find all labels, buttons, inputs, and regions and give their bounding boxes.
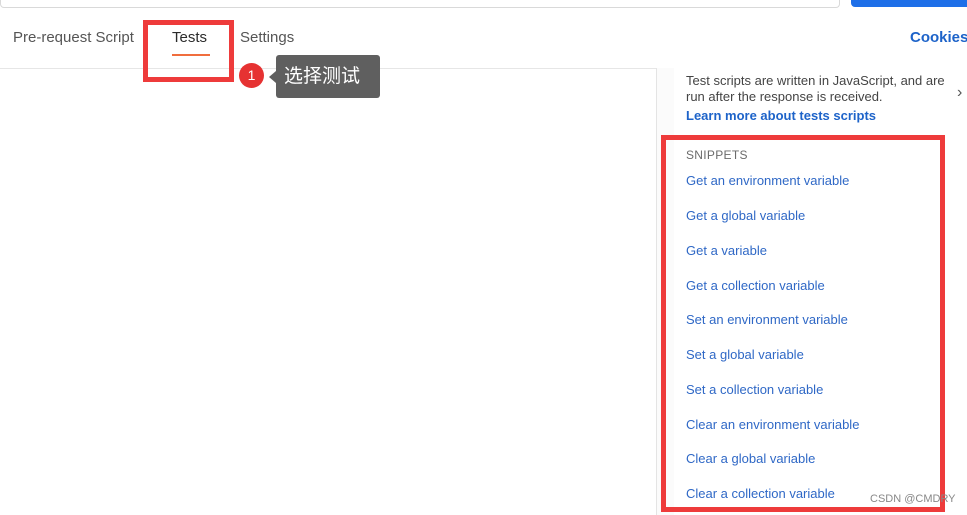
learn-more-link[interactable]: Learn more about tests scripts xyxy=(686,108,876,123)
cookies-link[interactable]: Cookies xyxy=(910,29,967,46)
watermark: CSDN @CMDRY xyxy=(870,493,956,505)
highlight-box-snippets xyxy=(661,135,945,512)
tab-settings[interactable]: Settings xyxy=(240,29,294,46)
url-input[interactable] xyxy=(0,0,840,8)
chevron-right-icon[interactable]: › xyxy=(957,84,962,102)
callout-pointer xyxy=(269,71,276,83)
tab-pre-request-script[interactable]: Pre-request Script xyxy=(13,29,134,46)
step-badge: 1 xyxy=(239,63,264,88)
annotation-tooltip: 选择测试 xyxy=(276,55,380,98)
highlight-box-tests-tab xyxy=(143,20,234,82)
tests-help-text: Test scripts are written in JavaScript, … xyxy=(686,73,945,104)
send-button[interactable] xyxy=(851,0,967,7)
